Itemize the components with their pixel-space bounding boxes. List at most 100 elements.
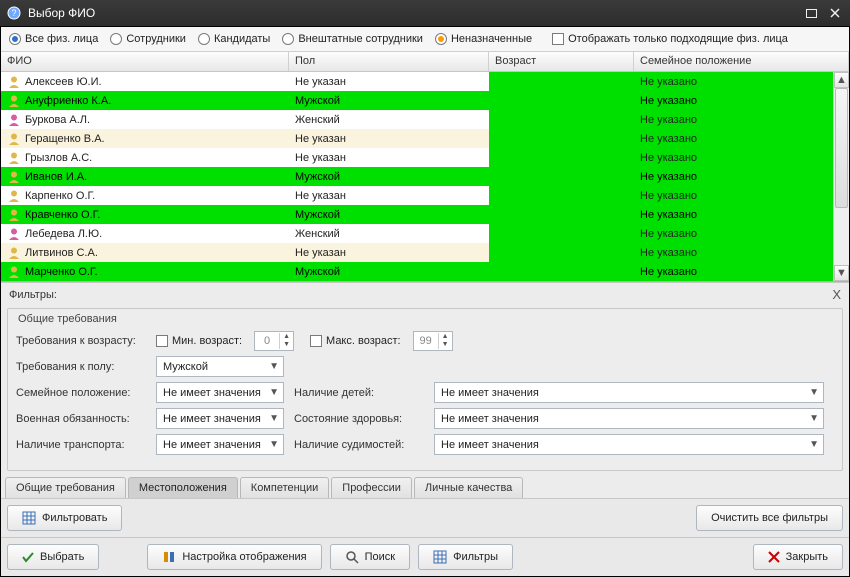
person-icon	[7, 151, 21, 165]
cell-gender: Не указан	[295, 190, 346, 202]
filters-close-button[interactable]: X	[832, 287, 841, 302]
spinner-max-age[interactable]: ▲▼	[413, 331, 453, 351]
combo-transport[interactable]: Не имеет значения▼	[156, 434, 284, 455]
cell-fio: Карпенко О.Г.	[25, 190, 95, 202]
label-health: Состояние здоровья:	[294, 413, 424, 425]
spin-down[interactable]: ▼	[438, 341, 452, 349]
filters-button[interactable]: Фильтры	[418, 544, 513, 570]
table-row[interactable]: Грызлов А.С.Не указанНе указано	[1, 148, 849, 167]
spin-up[interactable]: ▲	[279, 333, 293, 341]
cell-gender: Мужской	[295, 171, 340, 183]
checkbox-show-matching[interactable]: Отображать только подходящие физ. лица	[552, 33, 788, 45]
table-row[interactable]: Иванов И.А.МужскойНе указано	[1, 167, 849, 186]
person-icon	[7, 170, 21, 184]
person-icon	[7, 227, 21, 241]
radio-unassigned[interactable]: Неназначенные	[435, 33, 532, 45]
combo-military[interactable]: Не имеет значения▼	[156, 408, 284, 429]
grid-scrollbar[interactable]: ▲ ▼	[833, 72, 849, 281]
client-area: Все физ. лица Сотрудники Кандидаты Внешт…	[0, 26, 850, 577]
combo-family[interactable]: Не имеет значения▼	[156, 382, 284, 403]
filters-title: Фильтры:	[9, 289, 57, 301]
table-row[interactable]: Лебедева Л.Ю.ЖенскийНе указано	[1, 224, 849, 243]
maximize-button[interactable]	[802, 5, 820, 21]
cell-gender: Мужской	[295, 266, 340, 278]
label-gender-requirements: Требования к полу:	[16, 361, 146, 373]
combo-gender[interactable]: Мужской ▼	[156, 356, 284, 377]
spin-down[interactable]: ▼	[279, 341, 293, 349]
table-row[interactable]: Карпенко О.Г. Не указан Не указано	[1, 186, 849, 205]
table-row[interactable]: Алексеев Ю.И.Не указанНе указано	[1, 72, 849, 91]
table-row[interactable]: Литвинов С.А.Не указанНе указано	[1, 243, 849, 262]
tab-competence[interactable]: Компетенции	[240, 477, 330, 498]
cell-fio: Геращенко В.А.	[25, 133, 105, 145]
cell-gender: Не указан	[295, 247, 346, 259]
label-children: Наличие детей:	[294, 387, 424, 399]
filter-radiobar: Все физ. лица Сотрудники Кандидаты Внешт…	[1, 27, 849, 52]
cell-fio: Буркова А.Л.	[25, 114, 90, 126]
scroll-up-button[interactable]: ▲	[834, 72, 849, 88]
label-crimes: Наличие судимостей:	[294, 439, 424, 451]
cell-family: Не указано	[640, 171, 697, 183]
search-button[interactable]: Поиск	[330, 544, 410, 570]
combo-value: Не имеет значения	[163, 413, 261, 425]
table-row[interactable]: Ануфриенко К.А.МужскойНе указано	[1, 91, 849, 110]
cell-family: Не указано	[640, 209, 697, 221]
cell-family: Не указано	[640, 190, 697, 202]
cell-family: Не указано	[640, 266, 697, 278]
button-label: Очистить все фильтры	[711, 512, 828, 524]
close-button[interactable]	[826, 5, 844, 21]
search-icon	[345, 550, 359, 564]
combo-crimes[interactable]: Не имеет значения▼	[434, 434, 824, 455]
button-label: Поиск	[365, 551, 395, 563]
filter-action-bar: Фильтровать Очистить все фильтры	[1, 498, 849, 538]
radio-all-persons[interactable]: Все физ. лица	[9, 33, 98, 45]
chevron-down-icon: ▼	[269, 361, 279, 372]
cell-family: Не указано	[640, 95, 697, 107]
table-row[interactable]: Кравченко О.Г.МужскойНе указано	[1, 205, 849, 224]
filters-header: Фильтры: X	[1, 283, 849, 306]
checkbox-min-age[interactable]: Мин. возраст:	[156, 335, 242, 347]
tab-profession[interactable]: Профессии	[331, 477, 412, 498]
input-max-age[interactable]	[414, 334, 438, 348]
combo-health[interactable]: Не имеет значения▼	[434, 408, 824, 429]
checkbox-max-age[interactable]: Макс. возраст:	[310, 335, 401, 347]
person-icon	[7, 132, 21, 146]
person-icon	[7, 94, 21, 108]
column-header-family[interactable]: Семейное положение	[634, 52, 849, 71]
select-button[interactable]: Выбрать	[7, 544, 99, 570]
close-dialog-button[interactable]: Закрыть	[753, 544, 843, 570]
input-min-age[interactable]	[255, 334, 279, 348]
tab-general[interactable]: Общие требования	[5, 477, 126, 498]
grid-rows: Алексеев Ю.И.Не указанНе указаноАнуфриен…	[1, 72, 849, 281]
table-row[interactable]: Марченко О.Г.МужскойНе указано	[1, 262, 849, 281]
display-settings-button[interactable]: Настройка отображения	[147, 544, 321, 570]
apply-filter-button[interactable]: Фильтровать	[7, 505, 122, 531]
grid-icon	[22, 511, 36, 525]
cell-family: Не указано	[640, 152, 697, 164]
scroll-thumb[interactable]	[835, 88, 848, 208]
checkbox-label: Отображать только подходящие физ. лица	[568, 33, 788, 45]
tab-location[interactable]: Местоположения	[128, 477, 238, 498]
radio-freelance[interactable]: Внештатные сотрудники	[282, 33, 423, 45]
clear-filters-button[interactable]: Очистить все фильтры	[696, 505, 843, 531]
cell-gender: Мужской	[295, 95, 340, 107]
column-header-gender[interactable]: Пол	[289, 52, 489, 71]
radio-candidates[interactable]: Кандидаты	[198, 33, 270, 45]
table-row[interactable]: Буркова А.Л.ЖенскийНе указано	[1, 110, 849, 129]
table-row[interactable]: Геращенко В.А.Не указанНе указано	[1, 129, 849, 148]
column-header-fio[interactable]: ФИО	[1, 52, 289, 71]
tools-icon	[162, 550, 176, 564]
combo-value: Мужской	[163, 361, 208, 373]
label-min-age: Мин. возраст:	[172, 335, 242, 347]
spin-up[interactable]: ▲	[438, 333, 452, 341]
chevron-down-icon: ▼	[809, 413, 819, 424]
column-header-age[interactable]: Возраст	[489, 52, 634, 71]
scroll-down-button[interactable]: ▼	[834, 265, 849, 281]
spinner-min-age[interactable]: ▲▼	[254, 331, 294, 351]
radio-label: Кандидаты	[214, 33, 270, 45]
cell-fio: Грызлов А.С.	[25, 152, 92, 164]
combo-children[interactable]: Не имеет значения▼	[434, 382, 824, 403]
tab-personal[interactable]: Личные качества	[414, 477, 523, 498]
cell-gender: Мужской	[295, 209, 340, 221]
radio-employees[interactable]: Сотрудники	[110, 33, 186, 45]
